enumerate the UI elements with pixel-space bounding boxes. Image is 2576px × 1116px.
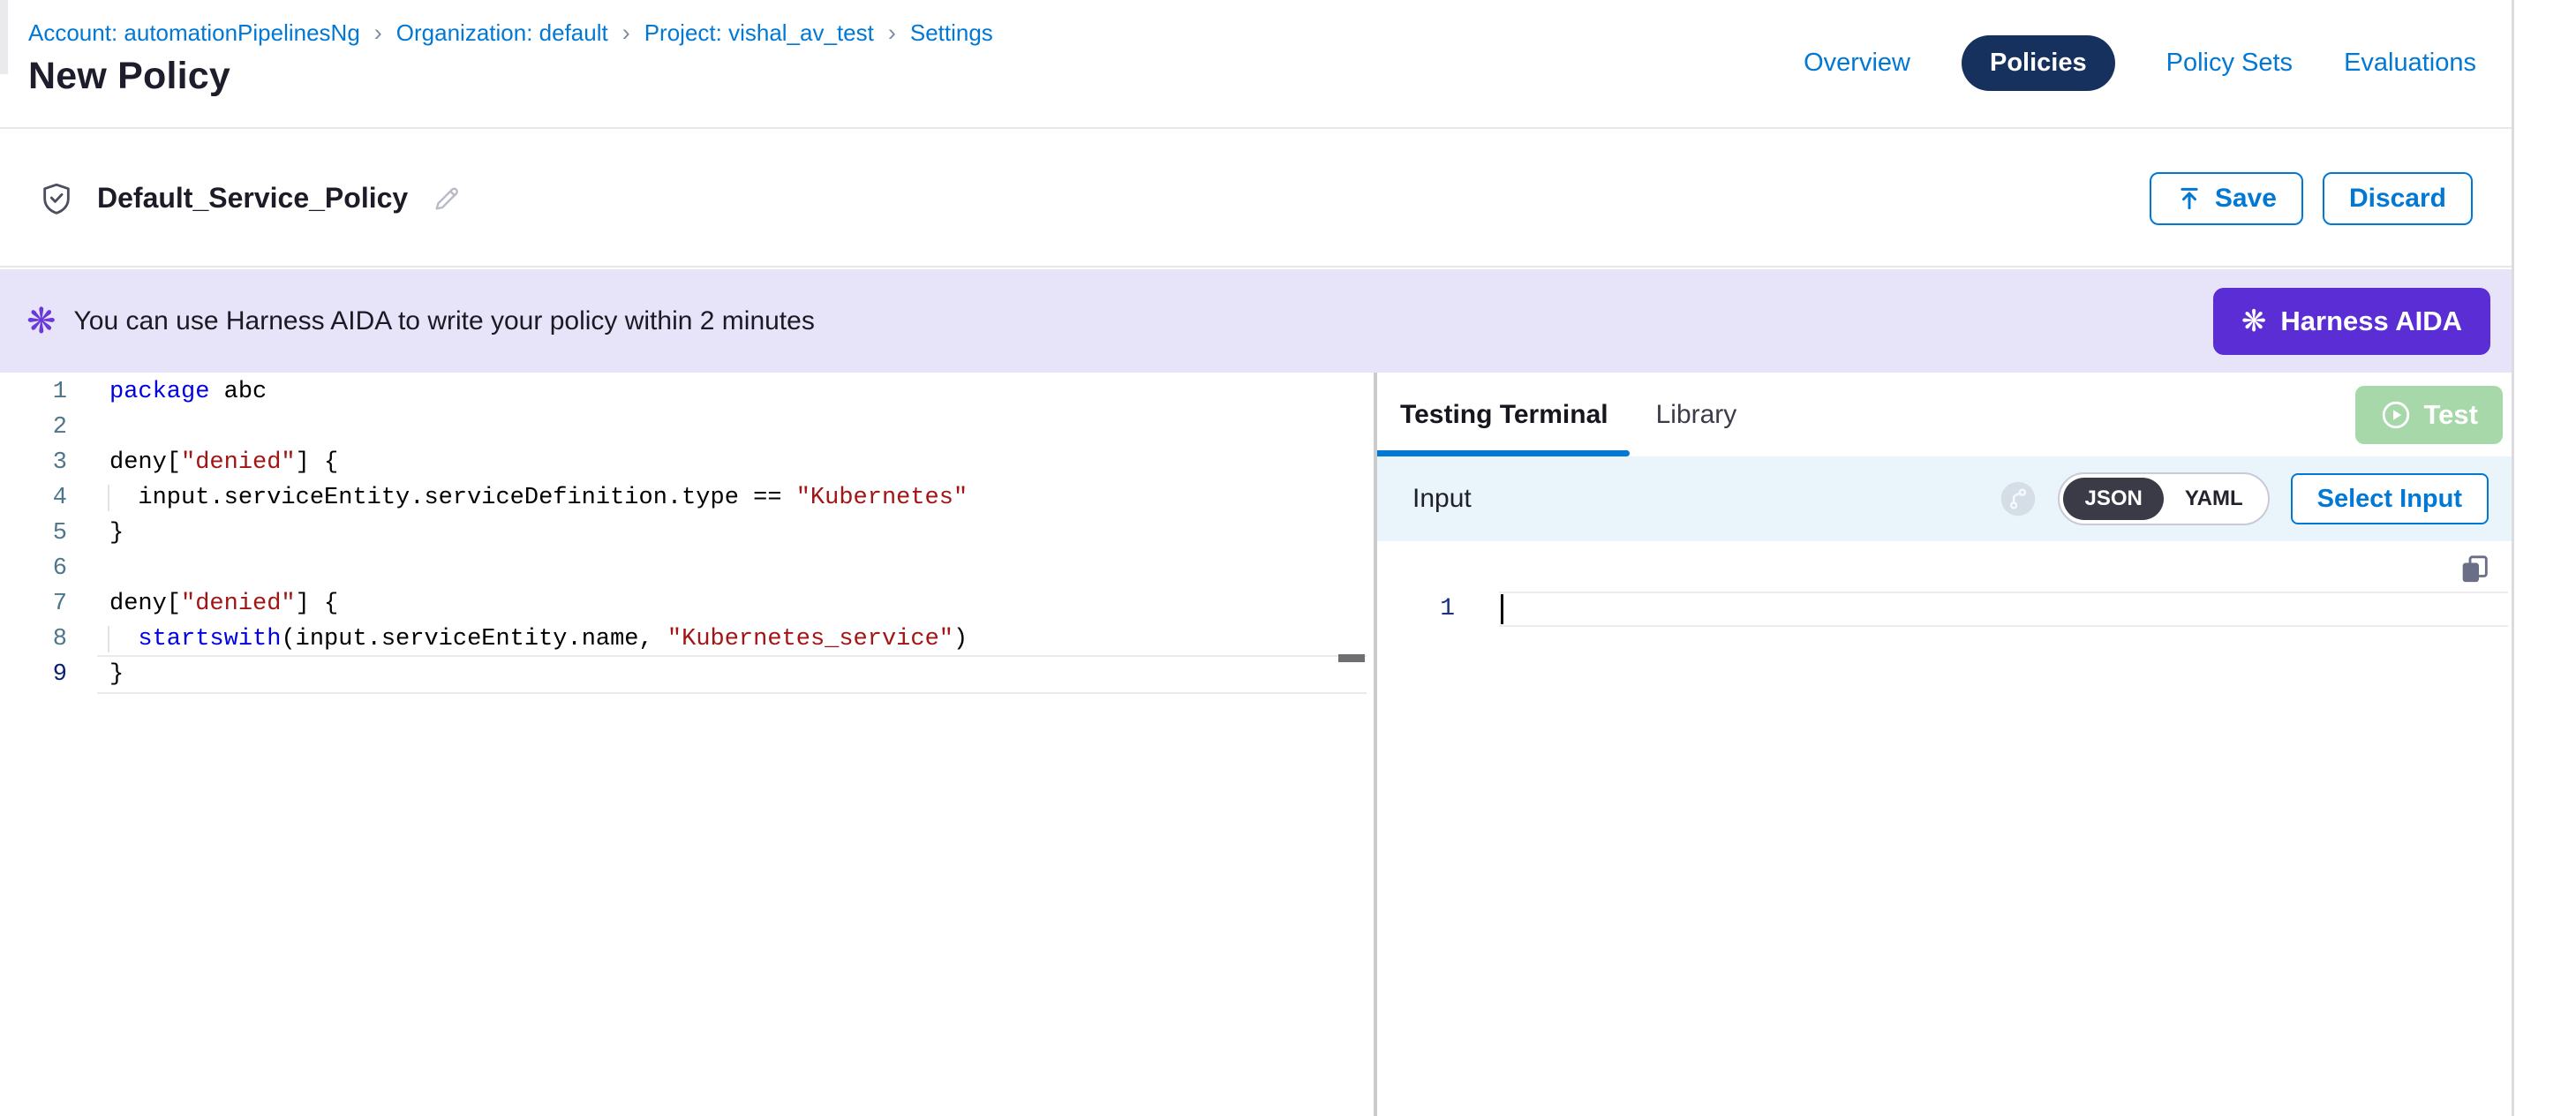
format-option-json[interactable]: JSON xyxy=(2063,478,2163,520)
code-text: input.serviceEntity.serviceDefinition.ty… xyxy=(109,480,968,516)
breadcrumb-separator-icon: › xyxy=(374,19,382,47)
format-toggle: JSONYAML xyxy=(2058,472,2269,525)
tab-policy-sets[interactable]: Policy Sets xyxy=(2166,49,2293,78)
code-text: } xyxy=(109,657,124,692)
line-number: 7 xyxy=(0,586,67,622)
code-text: startswith(input.serviceEntity.name, "Ku… xyxy=(109,622,968,657)
line-number: 4 xyxy=(0,480,67,516)
code-line[interactable]: 1 package abc xyxy=(0,374,1374,410)
aida-button-flower-icon: ❋ xyxy=(2241,306,2267,336)
breadcrumb-separator-icon: › xyxy=(888,19,896,47)
line-number: 8 xyxy=(0,622,67,657)
discard-button[interactable]: Discard xyxy=(2323,172,2473,225)
policy-name: Default_Service_Policy xyxy=(97,182,408,215)
input-header-controls: JSONYAML Select Input xyxy=(2000,472,2489,525)
code-text: package abc xyxy=(109,374,267,410)
policy-code-editor[interactable]: 1package abc23deny["denied"] {4 input.se… xyxy=(0,373,1374,1116)
input-editor[interactable]: 1 xyxy=(1377,541,2512,1116)
workspace: 1package abc23deny["denied"] {4 input.se… xyxy=(0,373,2512,1116)
line-number: 3 xyxy=(0,445,67,480)
code-line[interactable]: 4 input.serviceEntity.serviceDefinition.… xyxy=(0,480,1374,516)
shield-check-icon xyxy=(39,181,74,216)
code-text: deny["denied"] { xyxy=(109,445,338,480)
page-title: New Policy xyxy=(28,55,230,98)
code-text: deny["denied"] { xyxy=(109,586,338,622)
breadcrumb-item[interactable]: Project: vishal_av_test xyxy=(644,19,874,47)
module-tabs: Overview Policies Policy Sets Evaluations xyxy=(1804,32,2476,94)
git-branch-icon xyxy=(2000,480,2037,517)
format-option-yaml[interactable]: YAML xyxy=(2164,478,2264,520)
test-button[interactable]: Test xyxy=(2355,386,2503,444)
line-number: 9 xyxy=(0,657,67,692)
input-current-line-highlight xyxy=(1499,592,2508,627)
tab-library[interactable]: Library xyxy=(1656,400,1737,430)
save-button[interactable]: Save xyxy=(2150,172,2303,225)
terminal-tab-bar: Testing Terminal Library Test xyxy=(1377,373,2512,456)
line-number: 6 xyxy=(0,551,67,586)
copy-icon[interactable] xyxy=(2457,552,2492,587)
aida-banner: ❋ You can use Harness AIDA to write your… xyxy=(0,269,2512,373)
app-window: Account: automationPipelinesNg › Organizat… xyxy=(0,0,2514,1116)
aida-button-label: Harness AIDA xyxy=(2280,305,2462,337)
harness-aida-button[interactable]: ❋ Harness AIDA xyxy=(2213,288,2490,355)
code-line[interactable]: 3 deny["denied"] { xyxy=(0,445,1374,480)
select-input-button[interactable]: Select Input xyxy=(2291,473,2489,524)
policy-toolbar: Default_Service_Policy Save xyxy=(0,131,2512,268)
text-cursor xyxy=(1501,594,1503,624)
policy-actions: Save Discard xyxy=(2150,172,2473,225)
input-header: Input JSONYAML Select Input xyxy=(1377,456,2512,541)
edit-pencil-icon[interactable] xyxy=(431,183,463,215)
left-edge-strip xyxy=(0,0,8,74)
testing-terminal-panel: Testing Terminal Library Test Input xyxy=(1377,373,2512,1116)
aida-flower-icon: ❋ xyxy=(26,304,56,339)
active-tab-underline xyxy=(1377,450,1630,456)
tab-testing-terminal[interactable]: Testing Terminal xyxy=(1400,400,1608,430)
breadcrumb-item[interactable]: Settings xyxy=(910,19,993,47)
code-line[interactable]: 8 startswith(input.serviceEntity.name, "… xyxy=(0,622,1374,657)
save-button-label: Save xyxy=(2215,184,2277,214)
code-line[interactable]: 5} xyxy=(0,516,1374,551)
breadcrumb-separator-icon: › xyxy=(622,19,630,47)
policy-identity: Default_Service_Policy xyxy=(39,181,463,216)
test-button-label: Test xyxy=(2424,399,2478,431)
code-text: } xyxy=(109,516,124,551)
overview-ruler-cursor-mark xyxy=(1338,654,1365,662)
tab-policies[interactable]: Policies xyxy=(1962,35,2115,91)
line-number: 5 xyxy=(0,516,67,551)
line-number: 2 xyxy=(0,410,67,445)
input-line-number: 1 xyxy=(1377,592,1455,627)
line-number: 1 xyxy=(0,374,67,410)
breadcrumb: Account: automationPipelinesNg › Organizat… xyxy=(28,19,993,47)
input-label: Input xyxy=(1412,484,1472,514)
code-line[interactable]: 9} xyxy=(0,657,1374,692)
play-icon xyxy=(2380,399,2412,431)
code-line[interactable]: 7 deny["denied"] { xyxy=(0,586,1374,622)
aida-banner-message: You can use Harness AIDA to write your p… xyxy=(74,306,815,336)
code-line[interactable]: 2 xyxy=(0,410,1374,445)
upload-icon xyxy=(2176,185,2203,212)
breadcrumb-item[interactable]: Organization: default xyxy=(396,19,608,47)
tab-overview[interactable]: Overview xyxy=(1804,49,1910,78)
code-line[interactable]: 6 xyxy=(0,551,1374,586)
breadcrumb-item[interactable]: Account: automationPipelinesNg xyxy=(28,19,360,47)
page-header: Account: automationPipelinesNg › Organizat… xyxy=(0,0,2512,129)
discard-button-label: Discard xyxy=(2349,184,2446,214)
tab-evaluations[interactable]: Evaluations xyxy=(2344,49,2476,78)
